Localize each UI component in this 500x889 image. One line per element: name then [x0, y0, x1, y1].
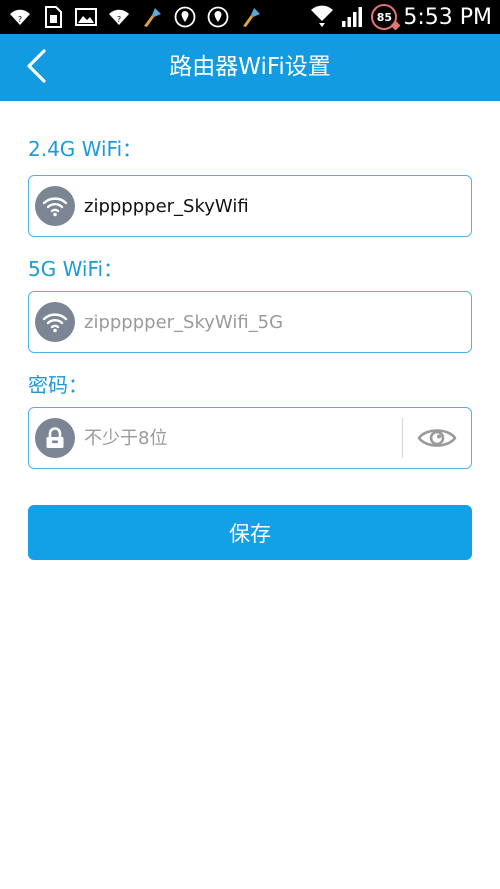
wifi-icon: ? [8, 5, 32, 29]
location-icon [206, 5, 230, 29]
password-field [28, 407, 472, 469]
clock: 5:53 PM [403, 4, 492, 30]
password-input[interactable] [84, 408, 399, 468]
notification-icons: ? ? [8, 5, 272, 29]
wifi24-label: 2.4G WiFi： [28, 137, 143, 161]
sim-icon [41, 5, 65, 29]
chevron-left-icon [25, 49, 47, 87]
image-icon [74, 5, 98, 29]
wifi5-label: 5G WiFi： [28, 257, 124, 281]
page-title: 路由器WiFi设置 [169, 54, 331, 80]
wifi-icon [35, 302, 75, 342]
lock-icon [35, 418, 75, 458]
svg-text:?: ? [18, 15, 22, 24]
wifi5-input[interactable] [84, 292, 461, 352]
status-bar: ? ? 85 5:53 PM [0, 0, 500, 34]
title-bar: 路由器WiFi设置 [0, 34, 500, 101]
eye-icon[interactable] [411, 416, 463, 460]
wifi-icon [35, 186, 75, 226]
wifi-signal-icon [309, 5, 335, 29]
divider [402, 418, 403, 458]
battery-level: 85 [376, 10, 392, 24]
location-icon [173, 5, 197, 29]
back-button[interactable] [14, 46, 58, 90]
wifi5-field [28, 291, 472, 353]
broom-icon [239, 5, 263, 29]
password-label: 密码： [28, 373, 88, 397]
cell-signal-icon [341, 6, 365, 28]
system-status: 85 5:53 PM [303, 3, 492, 31]
wifi-icon: ? [107, 5, 131, 29]
save-button[interactable]: 保存 [28, 505, 472, 560]
wifi24-field [28, 175, 472, 237]
svg-text:?: ? [117, 15, 121, 24]
wifi24-input[interactable] [84, 176, 461, 236]
broom-icon [140, 5, 164, 29]
battery-icon: 85 [371, 4, 398, 30]
